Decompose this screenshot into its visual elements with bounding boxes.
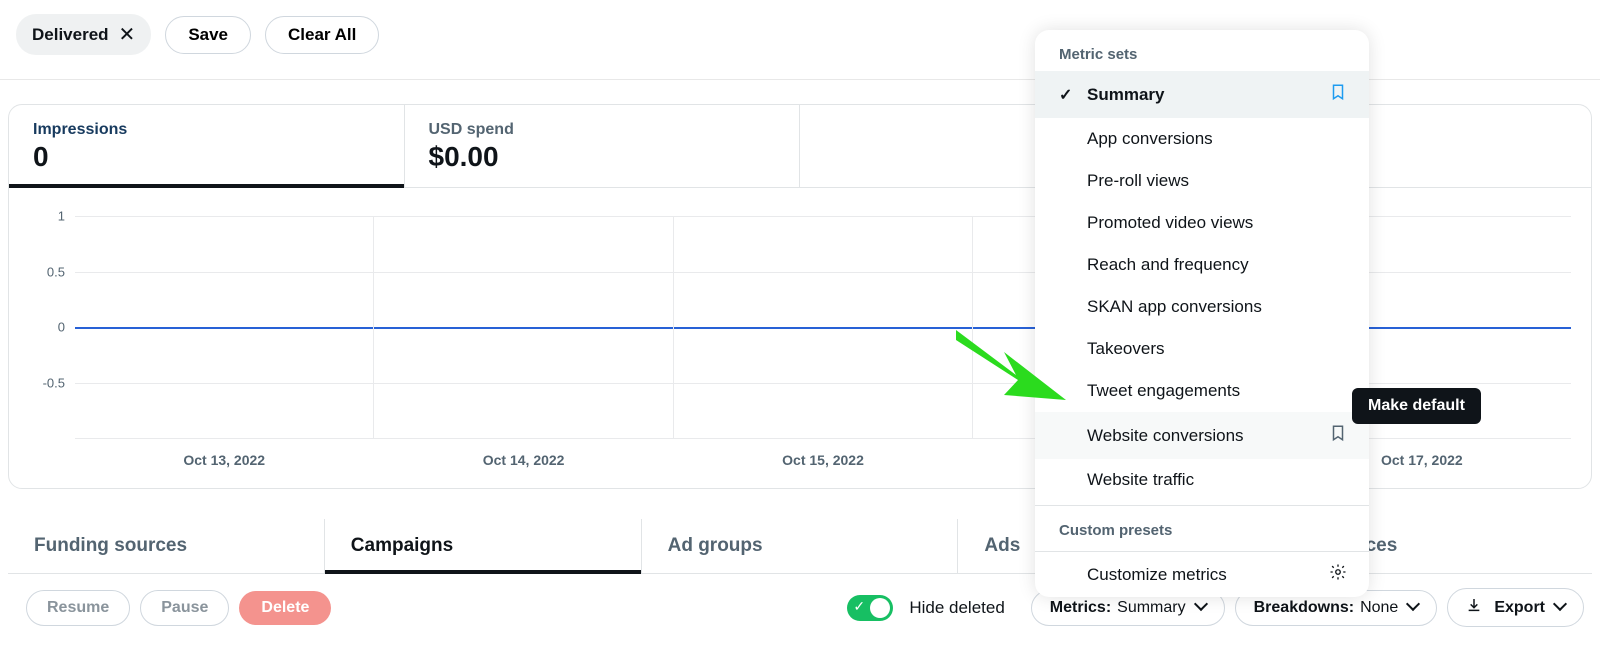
bookmark-icon[interactable] [1329,82,1347,107]
save-button[interactable]: Save [165,16,251,54]
dropdown-item-label: Website traffic [1087,470,1194,490]
dropdown-item-label: Customize metrics [1087,565,1227,585]
metrics-label: Metrics: [1050,599,1111,617]
dropdown-item-label: Summary [1087,85,1164,105]
export-label: Export [1494,599,1545,617]
dropdown-section-title: Metric sets [1035,30,1369,71]
dropdown-item-label: SKAN app conversions [1087,297,1262,317]
gear-icon[interactable] [1329,563,1347,586]
y-tick: 0.5 [31,264,65,279]
dropdown-item-label: Takeovers [1087,339,1164,359]
dropdown-item-app-conversions[interactable]: App conversions [1035,118,1369,160]
metric-label: Impressions [33,121,380,139]
chevron-down-icon [1192,599,1206,617]
make-default-tooltip: Make default [1352,388,1481,424]
y-tick: -0.5 [31,375,65,390]
metric-value: 0 [33,141,380,173]
dropdown-item-promoted-video-views[interactable]: Promoted video views [1035,202,1369,244]
tab-ad-groups[interactable]: Ad groups [642,519,959,573]
metric-value: $0.00 [429,141,776,173]
metrics-value: Summary [1117,599,1185,617]
dropdown-item-tweet-engagements[interactable]: Tweet engagements [1035,370,1369,412]
resume-button[interactable]: Resume [26,590,130,626]
export-button[interactable]: Export [1447,588,1584,627]
breakdowns-label: Breakdowns: [1254,599,1354,617]
hide-deleted-toggle[interactable]: ✓ [847,595,893,621]
filter-chip-label: Delivered [32,25,109,45]
metrics-dropdown: Metric sets ✓ Summary App conversions Pr… [1035,30,1369,597]
dropdown-section-title: Custom presets [1035,506,1369,547]
dropdown-item-takeovers[interactable]: Takeovers [1035,328,1369,370]
chevron-down-icon [1551,599,1565,617]
dropdown-item-label: Promoted video views [1087,213,1253,233]
dropdown-item-label: Tweet engagements [1087,381,1240,401]
download-icon [1466,597,1482,618]
dropdown-item-website-traffic[interactable]: Website traffic [1035,459,1369,501]
bookmark-icon[interactable] [1329,423,1347,448]
x-tick: Oct 15, 2022 [782,452,864,468]
check-icon: ✓ [1059,85,1077,105]
x-tick: Oct 13, 2022 [183,452,265,468]
dropdown-item-label: Website conversions [1087,426,1244,446]
dropdown-item-pre-roll-views[interactable]: Pre-roll views [1035,160,1369,202]
delete-button[interactable]: Delete [239,591,331,625]
dropdown-item-label: App conversions [1087,129,1213,149]
metric-label: USD spend [429,121,776,139]
close-icon[interactable]: ✕ [119,22,136,47]
pause-button[interactable]: Pause [140,590,229,626]
y-tick: 0 [31,320,65,335]
x-tick: Oct 17, 2022 [1381,452,1463,468]
chevron-down-icon [1404,599,1418,617]
dropdown-item-skan-app-conversions[interactable]: SKAN app conversions [1035,286,1369,328]
dropdown-item-label: Reach and frequency [1087,255,1249,275]
tab-funding-sources[interactable]: Funding sources [8,519,325,573]
filter-chip-delivered[interactable]: Delivered ✕ [16,14,151,55]
clear-all-button[interactable]: Clear All [265,16,379,54]
dropdown-item-website-conversions[interactable]: Website conversions [1035,412,1369,459]
x-tick: Oct 14, 2022 [483,452,565,468]
dropdown-item-summary[interactable]: ✓ Summary [1035,71,1369,118]
tab-campaigns[interactable]: Campaigns [325,519,642,573]
breakdowns-value: None [1360,599,1398,617]
y-tick: 1 [31,209,65,224]
metric-cell-impressions[interactable]: Impressions 0 [9,105,405,187]
annotation-arrow [956,330,1066,410]
dropdown-item-reach-and-frequency[interactable]: Reach and frequency [1035,244,1369,286]
hide-deleted-label: Hide deleted [909,598,1004,618]
dropdown-item-label: Pre-roll views [1087,171,1189,191]
metric-cell-usd-spend[interactable]: USD spend $0.00 [405,105,801,187]
dropdown-customize-metrics[interactable]: Customize metrics [1035,552,1369,597]
